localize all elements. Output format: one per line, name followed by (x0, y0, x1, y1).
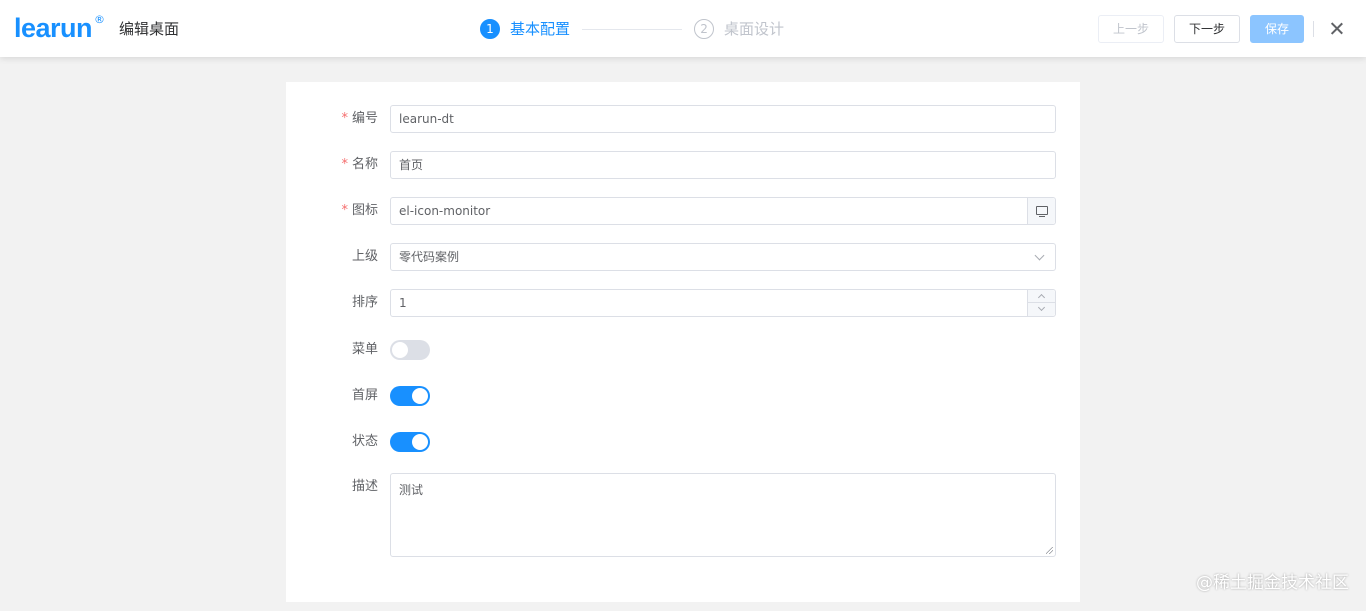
required-mark: * (341, 157, 348, 172)
form-row-parent: 上级 零代码案例 (286, 243, 1080, 271)
menu-label: 菜单 (351, 342, 378, 357)
sort-stepper (1027, 290, 1055, 316)
parent-label: 上级 (351, 249, 378, 264)
description-value: 测试 (399, 483, 424, 497)
status-switch[interactable] (390, 432, 430, 452)
form-row-home: 首屏 (286, 382, 1080, 410)
chevron-down-icon (1037, 303, 1046, 312)
decrease-button[interactable] (1028, 303, 1055, 316)
chevron-down-icon (1034, 250, 1045, 261)
menu-switch[interactable] (390, 340, 430, 360)
form-row-name: * 名称 首页 (286, 151, 1080, 179)
icon-picker-button[interactable] (1027, 198, 1055, 224)
switch-knob (412, 388, 428, 404)
form-row-description: 描述 测试 (286, 473, 1080, 557)
header-actions: 上一步 下一步 保存 (1088, 15, 1346, 43)
divider (1313, 21, 1314, 37)
form-row-sort: 排序 1 (286, 289, 1080, 317)
form-card: * 编号 learun-dt * 名称 首页 * 图标 el-icon-monitor… (286, 82, 1080, 602)
step-1-number: 1 (480, 19, 500, 39)
step-1-title: 基本配置 (510, 20, 571, 38)
watermark: @稀土掘金技术社区 (1196, 573, 1349, 593)
sort-label: 排序 (351, 295, 378, 310)
icon-label: * 图标 (341, 203, 378, 218)
home-label: 首屏 (351, 388, 378, 403)
icon-input-value: el-icon-monitor (399, 204, 491, 218)
page-title: 编辑桌面 (119, 20, 180, 38)
registered-mark: ® (94, 13, 106, 26)
sort-value: 1 (399, 296, 407, 310)
sort-number-input[interactable]: 1 (390, 289, 1056, 317)
required-mark: * (341, 203, 348, 218)
prev-step-button[interactable]: 上一步 (1097, 15, 1164, 43)
icon-input[interactable]: el-icon-monitor (390, 197, 1056, 225)
parent-select-value: 零代码案例 (399, 250, 460, 264)
description-textarea[interactable]: 测试 (390, 473, 1056, 557)
status-label: 状态 (351, 434, 378, 449)
steps: 1 基本配置 2 桌面设计 (480, 18, 784, 40)
switch-knob (412, 434, 428, 450)
form-row-menu: 菜单 (286, 336, 1080, 364)
chevron-up-icon (1037, 293, 1046, 302)
close-icon[interactable] (1328, 20, 1346, 38)
parent-select[interactable]: 零代码案例 (390, 243, 1056, 271)
logo: learun ® (14, 11, 105, 45)
step-2-title: 桌面设计 (724, 20, 785, 38)
form-row-status: 状态 (286, 428, 1080, 456)
step-connector (582, 28, 683, 30)
save-button[interactable]: 保存 (1249, 15, 1304, 43)
resize-handle[interactable] (1046, 547, 1053, 554)
home-switch[interactable] (390, 386, 430, 406)
form-row-icon: * 图标 el-icon-monitor (286, 197, 1080, 225)
switch-knob (392, 342, 408, 358)
form-row-code: * 编号 learun-dt (286, 105, 1080, 133)
next-step-button[interactable]: 下一步 (1173, 15, 1240, 43)
logo-text: learun (14, 13, 93, 43)
name-input[interactable]: 首页 (390, 151, 1056, 179)
code-label: * 编号 (341, 111, 378, 126)
step-2-number: 2 (694, 19, 715, 39)
name-label: * 名称 (341, 157, 378, 172)
description-label: 描述 (351, 479, 378, 494)
top-bar: learun ® 编辑桌面 1 基本配置 2 桌面设计 上一步 下一步 保存 (0, 0, 1366, 57)
increase-button[interactable] (1028, 290, 1055, 303)
code-input[interactable]: learun-dt (390, 105, 1056, 133)
required-mark: * (341, 111, 348, 126)
